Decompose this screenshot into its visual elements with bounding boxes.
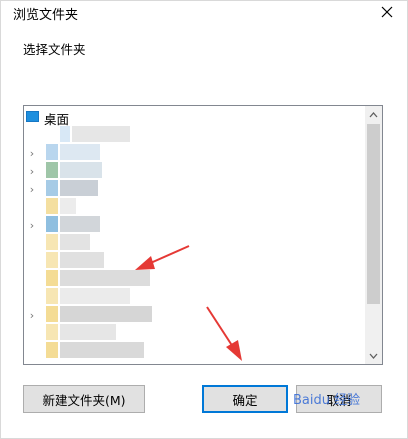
- folder-icon: [46, 288, 58, 304]
- tree-item-label: [60, 288, 130, 304]
- folder-icon: [46, 306, 58, 322]
- tree-item[interactable]: [24, 288, 366, 306]
- tree-item-label: [60, 162, 102, 178]
- chevron-right-icon[interactable]: ›: [27, 306, 37, 324]
- close-icon: [381, 6, 393, 18]
- scroll-down-button[interactable]: [365, 347, 382, 364]
- chevron-right-icon[interactable]: ›: [27, 162, 37, 180]
- tree-item[interactable]: ›: [24, 180, 366, 198]
- folder-icon: [60, 126, 70, 142]
- tree-item-label: [60, 216, 100, 232]
- folder-icon: [46, 162, 58, 178]
- watermark: Baidu 经验: [293, 393, 361, 408]
- tree-item[interactable]: [24, 126, 366, 144]
- folder-icon: [46, 180, 58, 196]
- tree-item[interactable]: [24, 324, 366, 342]
- folder-icon: [46, 252, 58, 268]
- dialog-prompt: 选择文件夹: [23, 42, 86, 57]
- folder-icon: [46, 234, 58, 250]
- browse-folder-dialog: 浏览文件夹 选择文件夹 桌面 › › › › › 新建文件夹(M) 确定 取消 …: [0, 0, 408, 439]
- tree-item[interactable]: [24, 234, 366, 252]
- chevron-right-icon[interactable]: ›: [27, 180, 37, 198]
- tree-item-label: [60, 144, 100, 160]
- tree-item-label: [60, 306, 152, 322]
- close-button[interactable]: [367, 1, 407, 23]
- tree-item-label: [60, 270, 150, 286]
- tree-item-label: [60, 252, 104, 268]
- scroll-up-button[interactable]: [365, 106, 382, 123]
- folder-icon: [46, 324, 58, 340]
- tree-scrollbar[interactable]: [365, 106, 382, 364]
- chevron-up-icon: [369, 111, 378, 117]
- tree-item-desktop[interactable]: 桌面: [24, 108, 366, 127]
- tree-item-label: [60, 234, 90, 250]
- tree-item[interactable]: ›: [24, 306, 366, 324]
- tree-item-label: [60, 180, 98, 196]
- folder-icon: [46, 216, 58, 232]
- title-bar: 浏览文件夹: [1, 1, 407, 27]
- tree-item[interactable]: [24, 198, 366, 216]
- tree-item[interactable]: [24, 270, 366, 288]
- chevron-down-icon: [369, 353, 378, 359]
- tree-item-label: [60, 324, 116, 340]
- tree-item-label: [72, 126, 130, 142]
- tree-item[interactable]: ›: [24, 162, 366, 180]
- folder-tree[interactable]: 桌面 › › › › ›: [23, 105, 383, 365]
- tree-item[interactable]: [24, 252, 366, 270]
- folder-icon: [46, 198, 58, 214]
- tree-item[interactable]: ›: [24, 216, 366, 234]
- folder-icon: [46, 342, 58, 358]
- new-folder-button[interactable]: 新建文件夹(M): [23, 385, 145, 413]
- tree-item-label: [60, 342, 144, 358]
- scroll-thumb[interactable]: [367, 124, 380, 304]
- folder-icon: [46, 144, 58, 160]
- tree-item-label: [60, 198, 76, 214]
- tree-item[interactable]: [24, 342, 366, 360]
- chevron-right-icon[interactable]: ›: [27, 216, 37, 234]
- desktop-icon: [26, 111, 39, 122]
- tree-item[interactable]: ›: [24, 144, 366, 162]
- ok-button[interactable]: 确定: [202, 385, 288, 413]
- folder-icon: [46, 270, 58, 286]
- window-title: 浏览文件夹: [13, 8, 79, 23]
- chevron-right-icon[interactable]: ›: [27, 144, 37, 162]
